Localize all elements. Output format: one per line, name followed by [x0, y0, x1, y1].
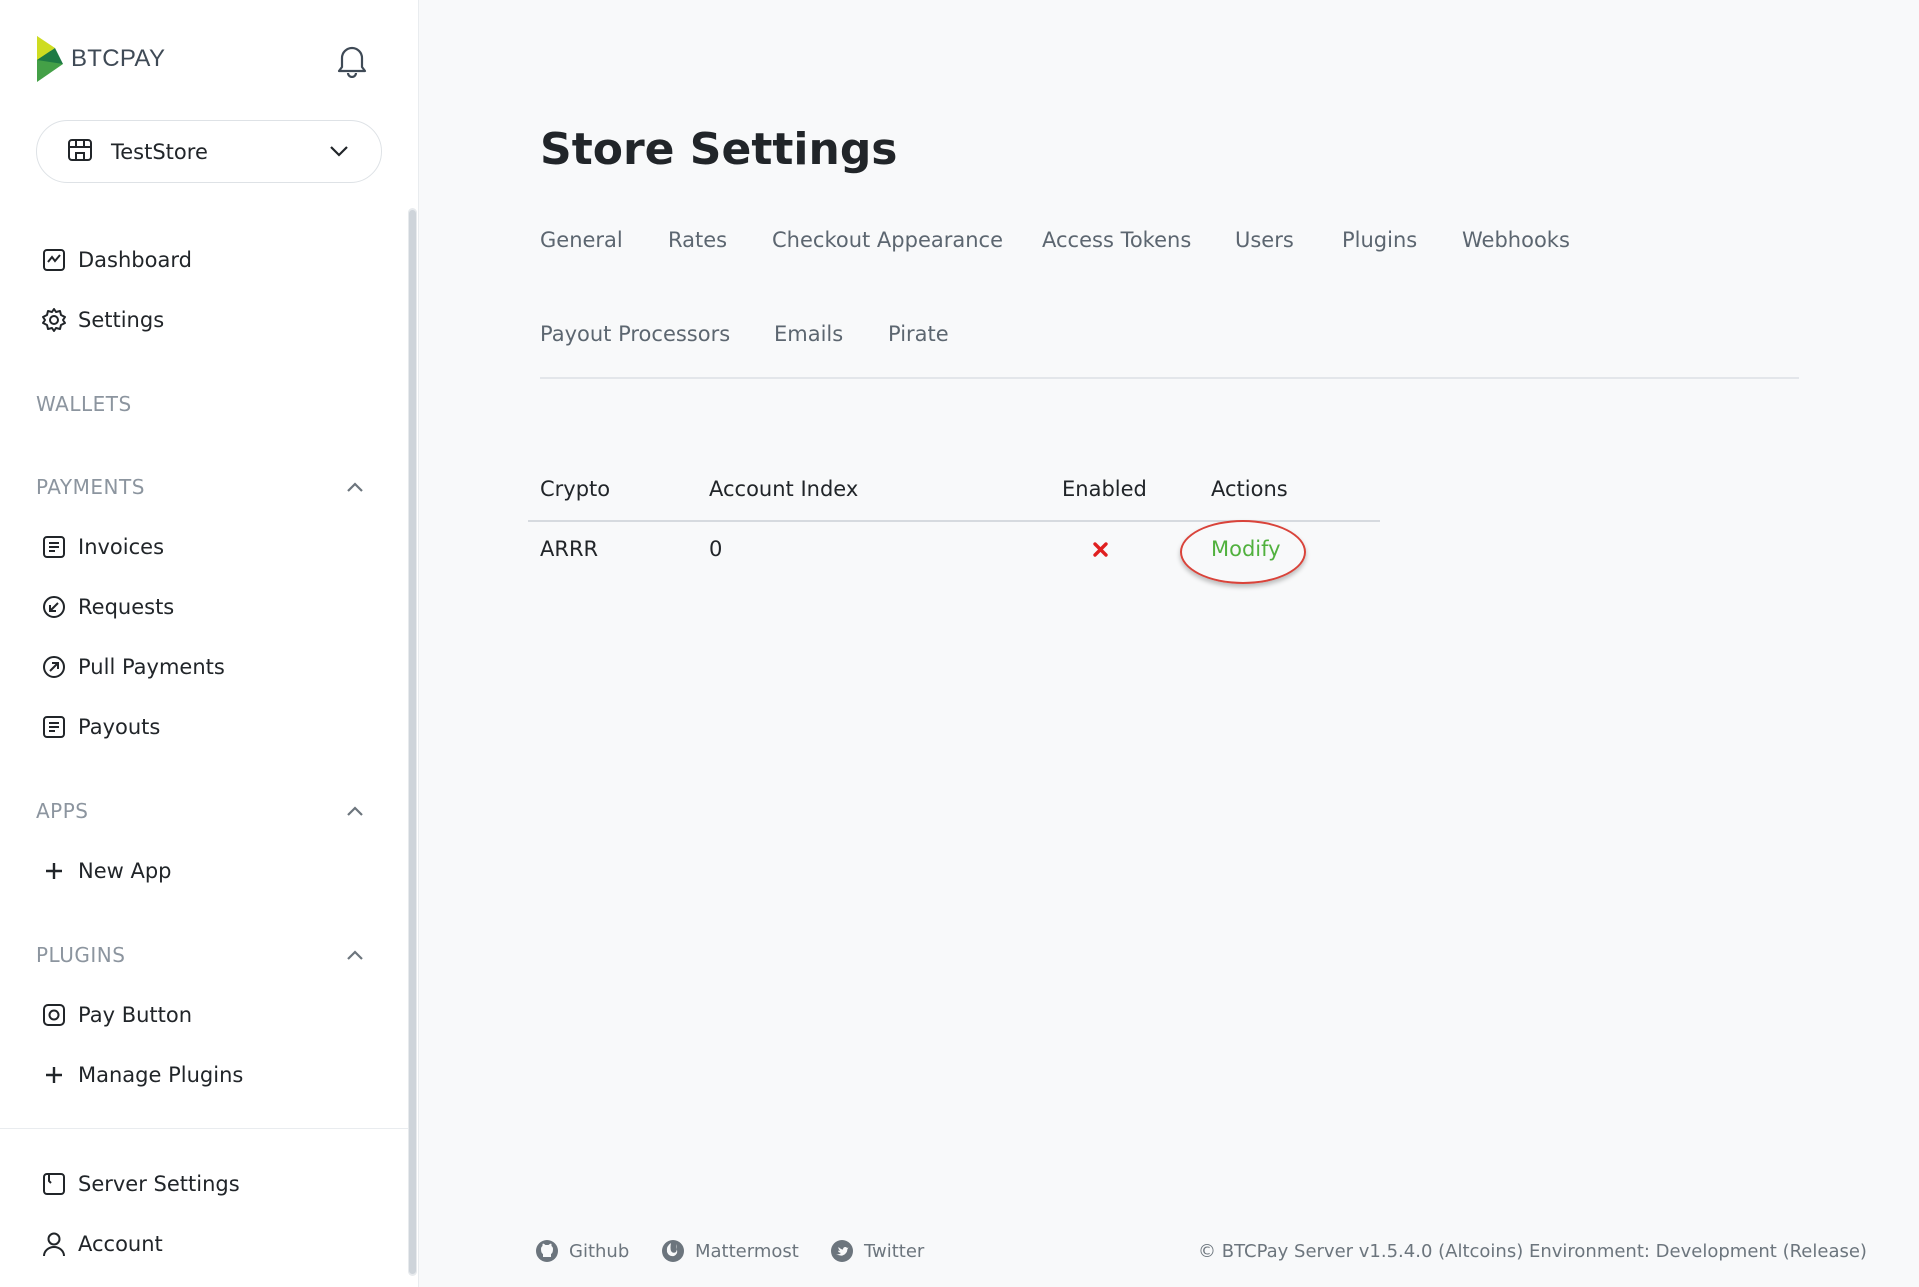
- footer-link-label: Twitter: [864, 1240, 925, 1262]
- sidebar: BTCPAY TestStore Dashboard Settings WALL…: [0, 0, 419, 1287]
- tab-checkout-appearance[interactable]: Checkout Appearance: [772, 228, 1003, 252]
- sidebar-item-server-settings[interactable]: Server Settings: [40, 1164, 240, 1204]
- sidebar-item-account[interactable]: Account: [40, 1224, 163, 1264]
- plus-icon: [40, 1061, 68, 1089]
- user-icon: [40, 1230, 68, 1258]
- sidebar-divider: [0, 1128, 412, 1129]
- tab-pirate[interactable]: Pirate: [888, 322, 949, 346]
- sidebar-item-settings[interactable]: Settings: [40, 300, 164, 340]
- section-header-wallets: WALLETS: [36, 392, 132, 416]
- column-header-account-index: Account Index: [709, 477, 859, 501]
- sidebar-item-label: Payouts: [78, 715, 161, 739]
- store-name: TestStore: [111, 139, 208, 164]
- sidebar-item-label: Dashboard: [78, 248, 192, 272]
- request-icon: [40, 593, 68, 621]
- sidebar-item-label: Pay Button: [78, 1003, 193, 1027]
- footer-link-label: Mattermost: [695, 1240, 799, 1262]
- pay-button-icon: [40, 1001, 68, 1029]
- tab-plugins[interactable]: Plugins: [1342, 228, 1417, 252]
- tab-emails[interactable]: Emails: [774, 322, 843, 346]
- payout-icon: [40, 713, 68, 741]
- tabs-divider: [540, 377, 1799, 379]
- sidebar-item-new-app[interactable]: New App: [40, 851, 172, 891]
- sidebar-item-label: Manage Plugins: [78, 1063, 244, 1087]
- page-title: Store Settings: [540, 124, 898, 175]
- sidebar-item-label: Settings: [78, 308, 165, 332]
- table-header-divider: [528, 520, 1380, 522]
- section-header-plugins: PLUGINS: [36, 943, 126, 967]
- plus-icon: [40, 857, 68, 885]
- cell-account-index: 0: [709, 537, 723, 561]
- column-header-enabled: Enabled: [1062, 477, 1147, 501]
- cell-crypto: ARRR: [540, 537, 599, 561]
- tab-payout-processors[interactable]: Payout Processors: [540, 322, 730, 346]
- sidebar-item-requests[interactable]: Requests: [40, 587, 174, 627]
- sidebar-item-pay-button[interactable]: Pay Button: [40, 995, 192, 1035]
- footer-link-mattermost[interactable]: Mattermost: [661, 1239, 799, 1263]
- column-header-actions: Actions: [1211, 477, 1288, 501]
- chevron-up-icon[interactable]: [344, 800, 366, 822]
- chevron-up-icon[interactable]: [344, 944, 366, 966]
- column-header-crypto: Crypto: [540, 477, 611, 501]
- brand-logo-link[interactable]: BTCPAY: [35, 34, 165, 84]
- store-icon: [67, 138, 93, 166]
- invoice-icon: [40, 533, 68, 561]
- sidebar-item-label: New App: [78, 859, 172, 883]
- tab-webhooks[interactable]: Webhooks: [1462, 228, 1570, 252]
- sidebar-item-pull-payments[interactable]: Pull Payments: [40, 647, 225, 687]
- section-header-payments: PAYMENTS: [36, 475, 145, 499]
- sidebar-item-label: Pull Payments: [78, 655, 225, 679]
- sidebar-item-label: Account: [78, 1232, 163, 1256]
- footer-copyright: © BTCPay Server v1.5.4.0 (Altcoins) Envi…: [1198, 1241, 1867, 1262]
- section-header-apps: APPS: [36, 799, 89, 823]
- footer-link-twitter[interactable]: Twitter: [830, 1239, 924, 1263]
- btcpay-logo-icon: [35, 34, 65, 84]
- chevron-down-icon: [329, 143, 349, 162]
- github-icon: [535, 1239, 559, 1263]
- notifications-bell-icon[interactable]: [335, 42, 369, 79]
- main-content: Store Settings General Rates Checkout Ap…: [420, 0, 1919, 1287]
- modify-link[interactable]: Modify: [1211, 537, 1281, 561]
- footer-link-github[interactable]: Github: [535, 1239, 629, 1263]
- sidebar-item-payouts[interactable]: Payouts: [40, 707, 160, 747]
- sidebar-item-dashboard[interactable]: Dashboard: [40, 240, 192, 280]
- brand-name: BTCPAY: [71, 45, 166, 72]
- sidebar-item-label: Server Settings: [78, 1172, 240, 1196]
- sidebar-item-invoices[interactable]: Invoices: [40, 527, 164, 567]
- sidebar-item-label: Invoices: [78, 535, 165, 559]
- sidebar-item-manage-plugins[interactable]: Manage Plugins: [40, 1055, 243, 1095]
- footer-link-label: Github: [569, 1240, 630, 1262]
- mattermost-icon: [661, 1239, 685, 1263]
- tab-access-tokens[interactable]: Access Tokens: [1042, 228, 1191, 252]
- sidebar-item-label: Requests: [78, 595, 175, 619]
- tab-users[interactable]: Users: [1235, 228, 1294, 252]
- chevron-up-icon[interactable]: [344, 476, 366, 498]
- store-selector[interactable]: TestStore: [36, 120, 382, 183]
- pull-payment-icon: [40, 653, 68, 681]
- twitter-icon: [830, 1239, 854, 1263]
- dashboard-icon: [40, 246, 68, 274]
- disabled-x-icon: [1092, 541, 1109, 558]
- sidebar-scrollbar-thumb[interactable]: [409, 210, 416, 1274]
- gear-icon: [40, 306, 68, 334]
- tab-rates[interactable]: Rates: [668, 228, 727, 252]
- tab-general[interactable]: General: [540, 228, 623, 252]
- server-icon: [40, 1170, 68, 1198]
